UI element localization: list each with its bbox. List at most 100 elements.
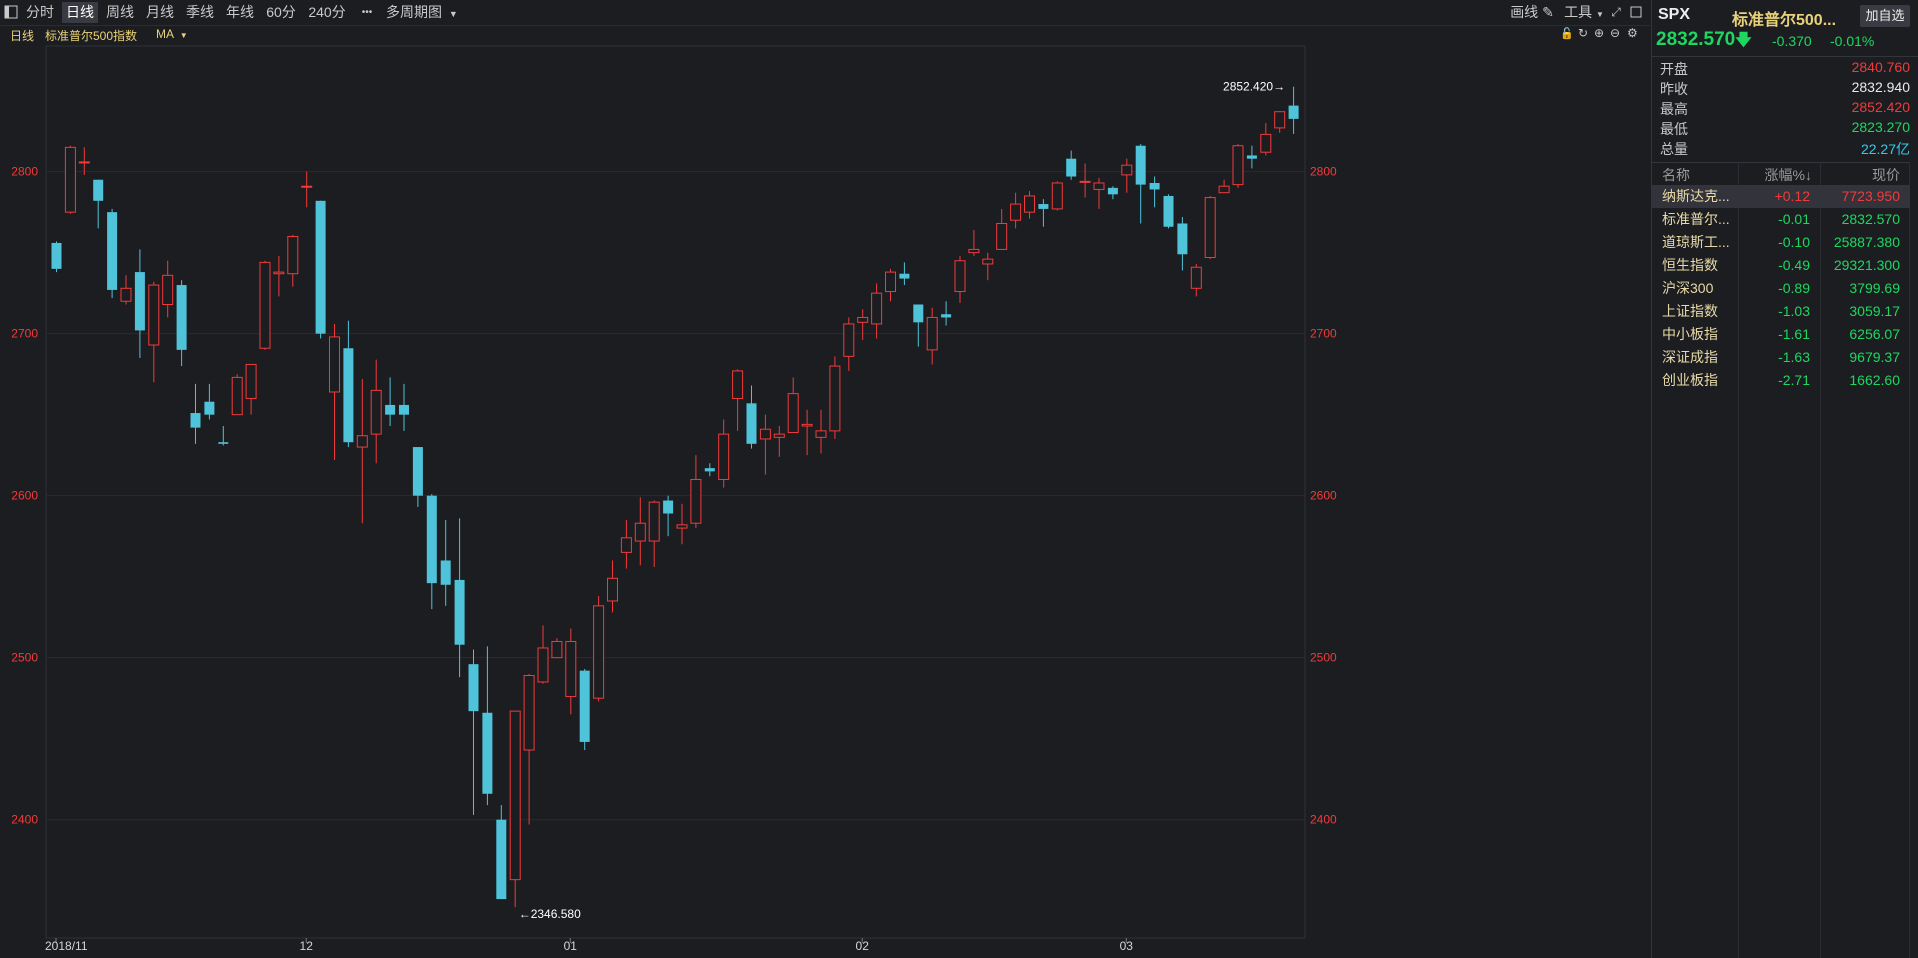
candlestick-chart[interactable]: 2400 2400 2500 2500 2600 2600 2700 2700 2800 2800… [0,0,1650,958]
watchlist-row[interactable]: 道琼斯工... -0.10 25887.380 [1652,231,1910,254]
candle [871,283,883,339]
candle [1218,179,1230,194]
restore-icon[interactable] [1628,2,1644,23]
candle [51,241,62,273]
zoom-out-icon[interactable]: ⊖ [1610,26,1620,40]
lock-icon[interactable]: 🔓 [1560,27,1574,40]
candle-body [732,370,744,399]
fullscreen-icon[interactable]: ⤢ [1608,2,1624,23]
tools-label: 工具 [1564,4,1593,20]
prev-close-value: 2832.940 [1851,79,1910,95]
candle-body [273,271,285,275]
watchlist-row[interactable]: 标准普尔... -0.01 2832.570 [1652,208,1910,231]
candle-body [996,222,1008,250]
candle-body [1051,182,1063,210]
watchlist-name: 纳斯达克... [1662,188,1730,204]
candle-body [412,447,423,496]
ma-indicator-dropdown[interactable]: MA ▼ [156,27,188,41]
candle [509,710,521,908]
settings-icon[interactable]: ⚙ [1627,26,1638,40]
candle-body [148,284,160,346]
candle [468,649,479,815]
watchlist-price: 3059.17 [1849,303,1900,319]
volume-value: 22.27亿 [1860,141,1910,157]
quote-change-pct: -0.01% [1830,33,1875,49]
tools-dropdown[interactable]: 工具 ▼ [1564,2,1604,23]
candle [787,377,799,433]
tab-quarterly[interactable]: 季线 [182,2,218,23]
candle-body [329,336,340,393]
candle-body [1274,111,1286,129]
watchlist-row[interactable]: 中小板指 -1.61 6256.07 [1652,323,1910,346]
candle-body [607,577,618,602]
candle-body [968,248,980,254]
candle [259,260,271,350]
watchlist-col-change[interactable]: 涨幅%↓ [1765,165,1812,185]
candle [704,463,715,477]
watchlist-row[interactable]: 沪深300 -0.89 3799.69 [1652,277,1910,300]
tab-yearly[interactable]: 年线 [222,2,258,23]
watchlist-row[interactable]: 纳斯达克... +0.12 7723.950 [1652,185,1910,208]
zoom-in-icon[interactable]: ⊕ [1594,26,1604,40]
candle-body [885,271,896,293]
watchlist-row[interactable]: 创业板指 -2.71 1662.60 [1652,369,1910,392]
draw-line-button[interactable]: 画线 ✎ [1508,2,1556,23]
candle-body [1288,105,1299,119]
y-tick-label-right: 2400 [1310,813,1337,827]
candle [718,419,730,488]
candle [1163,194,1174,229]
watchlist-row[interactable]: 上证指数 -1.03 3059.17 [1652,300,1910,323]
candle-body [301,185,313,188]
tab-daily[interactable]: 日线 [62,2,98,23]
add-watchlist-button[interactable]: 加自选 [1860,5,1910,27]
candle [523,673,535,825]
chart-instrument-name: 标准普尔500指数 [45,29,138,43]
candle [64,145,76,214]
candle-body [926,316,938,351]
tab-fenshi[interactable]: 分时 [22,2,58,23]
candle-body [107,212,118,290]
candle-body [93,179,104,201]
watchlist-change: -0.49 [1778,257,1810,273]
more-periods-button[interactable]: ••• [356,2,378,23]
candle [454,518,465,678]
quote-volume-row: 总量 22.27亿 [1660,139,1910,159]
candle [301,171,313,208]
candle [399,383,409,431]
candle [356,379,368,524]
tab-weekly[interactable]: 周线 [102,2,138,23]
watchlist-row[interactable]: 深证成指 -1.63 9679.37 [1652,346,1910,369]
tab-240min[interactable]: 240分 [304,2,350,23]
tab-monthly[interactable]: 月线 [142,2,178,23]
quote-change: -0.370 [1772,33,1812,49]
candle-body [579,670,590,742]
plot-frame [45,45,1306,939]
candle [176,280,187,367]
candle-body [523,675,535,751]
candle [996,208,1008,250]
prev-close-label: 昨收 [1660,81,1688,97]
refresh-icon[interactable]: ↻ [1578,26,1588,40]
watchlist-col-name[interactable]: 名称 [1662,165,1690,185]
candle-body [482,712,493,794]
watchlist-col-price[interactable]: 现价 [1872,165,1900,185]
candle-body [162,274,174,305]
candle [107,208,118,299]
candle [231,374,243,416]
candle [287,234,299,287]
tab-60min[interactable]: 60分 [262,2,300,23]
watchlist-price: 3799.69 [1849,280,1900,296]
multi-period-dropdown[interactable]: 多周期图 ▼ [386,2,466,23]
divider [1652,56,1918,57]
candle [759,414,771,475]
arrow-down-icon: 🡇 [1735,32,1752,49]
candle-body [218,442,229,444]
watchlist-row[interactable]: 恒生指数 -0.49 29321.300 [1652,254,1910,277]
y-tick-label-left: 2600 [11,489,38,503]
quote-symbol: SPX [1658,6,1691,23]
y-tick-label-left: 2500 [11,651,38,665]
panel-toggle-icon[interactable] [2,2,20,23]
candle [746,385,757,449]
watchlist-name: 上证指数 [1662,303,1718,319]
candle-body [1121,164,1133,176]
